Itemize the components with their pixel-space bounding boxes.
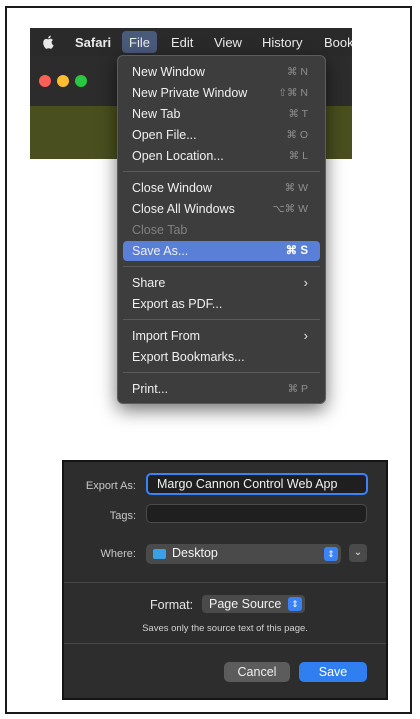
expand-dialog-button[interactable]: ⌄ [349, 544, 367, 562]
menu-item-share[interactable]: Share › [123, 273, 320, 293]
stepper-icon: ⇕ [288, 597, 302, 611]
format-label: Format: [150, 598, 194, 612]
dialog-separator [64, 643, 386, 644]
menu-item-label: New Private Window [132, 86, 248, 100]
format-description: Saves only the source text of this page. [142, 623, 308, 634]
export-as-label: Export As: [85, 480, 136, 492]
menu-item-label: New Tab [132, 107, 181, 121]
minimize-window-button[interactable] [57, 75, 69, 87]
menu-item-label: Close Window [132, 181, 212, 195]
menu-item-save-as[interactable]: Save As... ⌘ S [123, 241, 320, 261]
menu-item-close-all-windows[interactable]: Close All Windows ⌥⌘ W [123, 199, 320, 219]
menu-item-shortcut: ⌘ W [284, 182, 308, 194]
apple-icon[interactable] [42, 35, 54, 49]
menu-item-label: Close Tab [132, 223, 188, 237]
menu-item-close-window[interactable]: Close Window ⌘ W [123, 178, 320, 198]
format-value: Page Source [209, 597, 282, 611]
menu-item-label: Open Location... [132, 149, 224, 163]
where-value: Desktop [172, 546, 218, 560]
where-popup[interactable]: Desktop ⇕ [146, 544, 341, 564]
cancel-button[interactable]: Cancel [224, 662, 290, 682]
menu-item-shortcut: ⌘ L [288, 150, 308, 162]
menu-item-new-tab[interactable]: New Tab ⌘ T [123, 104, 320, 124]
menu-item-shortcut: ⌥⌘ W [272, 203, 308, 215]
format-popup[interactable]: Page Source ⇕ [202, 595, 305, 613]
menu-item-close-tab: Close Tab [123, 220, 320, 240]
menubar-edit[interactable]: Edit [171, 28, 193, 56]
menu-bar: Safari File Edit View History Book [30, 28, 352, 56]
menu-separator [123, 171, 320, 172]
menu-item-print[interactable]: Print... ⌘ P [123, 379, 320, 399]
menubar-safari[interactable]: Safari [75, 28, 111, 56]
menu-item-shortcut: ⌘ O [286, 129, 308, 141]
save-dialog: Export As: Margo Cannon Control Web App … [62, 460, 388, 700]
menu-item-label: Save As... [132, 244, 189, 258]
tags-label: Tags: [109, 510, 136, 522]
menu-item-label: Export Bookmarks... [132, 350, 245, 364]
menu-separator [123, 319, 320, 320]
menu-item-export-pdf[interactable]: Export as PDF... [123, 294, 320, 314]
menu-item-shortcut: ⌘ N [287, 66, 308, 78]
menu-item-label: New Window [132, 65, 205, 79]
menubar-history[interactable]: History [262, 28, 302, 56]
folder-icon [153, 549, 166, 559]
menubar-view[interactable]: View [214, 28, 242, 56]
save-button[interactable]: Save [299, 662, 367, 682]
menu-item-shortcut: ⌘ P [287, 383, 308, 395]
menu-item-new-private-window[interactable]: New Private Window ⇧⌘ N [123, 83, 320, 103]
menu-item-label: Close All Windows [132, 202, 235, 216]
close-window-button[interactable] [39, 75, 51, 87]
menubar-bookmarks[interactable]: Book [324, 28, 352, 56]
export-as-field[interactable]: Margo Cannon Control Web App [146, 473, 368, 495]
menu-item-import-from[interactable]: Import From › [123, 326, 320, 346]
chevron-right-icon: › [303, 275, 308, 290]
dialog-separator [64, 582, 386, 583]
tags-field[interactable] [146, 504, 367, 523]
menu-item-label: Print... [132, 382, 169, 396]
file-menu: New Window ⌘ N New Private Window ⇧⌘ N N… [117, 55, 326, 404]
menu-item-open-location[interactable]: Open Location... ⌘ L [123, 146, 320, 166]
menu-separator [123, 266, 320, 267]
chevron-right-icon: › [303, 328, 308, 343]
export-as-value: Margo Cannon Control Web App [157, 477, 338, 491]
stepper-icon: ⇕ [324, 547, 338, 561]
menu-separator [123, 372, 320, 373]
menu-item-label: Export as PDF... [132, 297, 223, 311]
chevron-down-icon: ⌄ [353, 547, 363, 558]
menu-item-new-window[interactable]: New Window ⌘ N [123, 62, 320, 82]
menu-item-shortcut: ⌘ T [288, 108, 308, 120]
menu-item-export-bookmarks[interactable]: Export Bookmarks... [123, 347, 320, 367]
menu-item-shortcut: ⇧⌘ N [278, 87, 308, 99]
menu-item-label: Import From [132, 329, 201, 343]
menubar-file[interactable]: File [122, 31, 157, 53]
zoom-window-button[interactable] [75, 75, 87, 87]
menu-item-label: Share [132, 276, 166, 290]
menu-item-label: Open File... [132, 128, 197, 142]
where-label: Where: [100, 548, 136, 560]
menu-item-open-file[interactable]: Open File... ⌘ O [123, 125, 320, 145]
menu-item-shortcut: ⌘ S [285, 245, 308, 257]
